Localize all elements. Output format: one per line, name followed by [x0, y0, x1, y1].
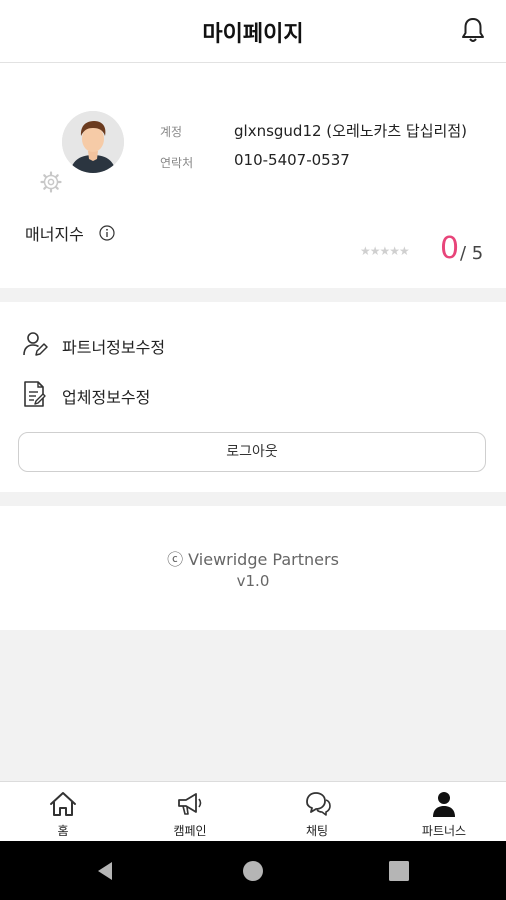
nav-item-home[interactable]: 홈	[0, 782, 126, 842]
megaphone-icon	[178, 793, 202, 815]
app-header: 마이페이지	[0, 0, 506, 63]
contact-label: 연락처	[160, 156, 194, 170]
chat-icon	[306, 792, 331, 816]
settings-gear-icon[interactable]	[40, 171, 62, 193]
system-navigation-bar	[0, 841, 506, 900]
avatar	[62, 111, 124, 173]
bell-icon[interactable]	[460, 16, 486, 44]
company-info-edit-item[interactable]: 업체정보수정	[0, 374, 506, 414]
nav-label-home: 홈	[57, 824, 69, 838]
home-button-icon[interactable]	[241, 859, 265, 883]
footer-section: ⓒ Viewridge Partners v1.0	[0, 506, 506, 630]
nav-item-chat[interactable]: 채팅	[254, 782, 380, 842]
logout-button[interactable]: 로그아웃	[18, 432, 486, 472]
company-info-edit-label: 업체정보수정	[62, 388, 151, 407]
person-icon	[433, 792, 455, 817]
info-icon[interactable]	[99, 225, 115, 241]
nav-label-chat: 채팅	[305, 824, 329, 838]
copyright-text: ⓒ Viewridge Partners	[167, 550, 339, 569]
nav-item-partners[interactable]: 파트너스	[381, 782, 506, 842]
user-edit-icon	[23, 332, 48, 356]
nav-label-campaign: 캠페인	[173, 824, 207, 838]
account-value: glxnsgud12 (오레노카츠 답십리점)	[234, 122, 467, 140]
bottom-navigation: 홈 캠페인 채팅 파트너스	[0, 781, 506, 842]
back-icon[interactable]	[94, 859, 118, 883]
partner-info-edit-label: 파트너정보수정	[62, 338, 166, 357]
account-label: 계정	[160, 125, 183, 139]
rating-stars: ★★★★★	[360, 244, 410, 258]
home-icon	[50, 792, 76, 816]
document-edit-icon	[24, 381, 46, 407]
page-title: 마이페이지	[202, 22, 304, 47]
manner-score-value: 0	[440, 231, 460, 266]
partner-info-edit-item[interactable]: 파트너정보수정	[0, 324, 506, 364]
profile-section: 계정 glxnsgud12 (오레노카츠 답십리점) 연락처 010-5407-…	[0, 63, 506, 288]
nav-item-campaign[interactable]: 캠페인	[127, 782, 253, 842]
manner-score-label: 매너지수	[25, 225, 84, 244]
contact-value: 010-5407-0537	[234, 151, 350, 169]
manner-score-max: / 5	[460, 243, 484, 264]
nav-label-partners: 파트너스	[421, 824, 467, 838]
menu-section: 파트너정보수정 업체정보수정 로그아웃	[0, 302, 506, 492]
recent-apps-icon[interactable]	[387, 859, 411, 883]
version-text: v1.0	[236, 572, 270, 590]
